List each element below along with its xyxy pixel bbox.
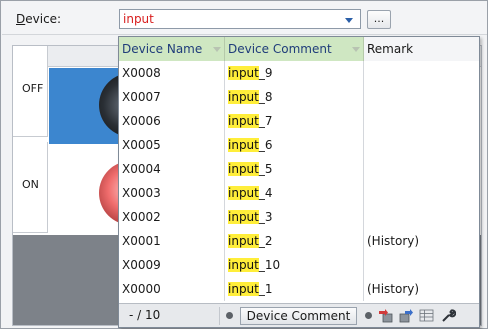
device-comment-suffix: _10 bbox=[258, 258, 281, 272]
list-row[interactable]: X0001 input_2 (History) bbox=[119, 229, 479, 253]
device-input-value[interactable]: input bbox=[123, 12, 154, 26]
device-comment-suffix: _4 bbox=[258, 186, 273, 200]
device-comment-suffix: _8 bbox=[258, 90, 273, 104]
chevron-down-icon[interactable] bbox=[345, 18, 353, 23]
browse-button[interactable]: ... bbox=[367, 10, 391, 29]
device-name-cell: X0004 bbox=[119, 157, 225, 181]
device-label-accel: D bbox=[16, 12, 26, 26]
list-row[interactable]: X0000 input_1 (History) bbox=[119, 277, 479, 301]
device-comment-cell: input_1 bbox=[225, 277, 364, 301]
search-match-highlight: input bbox=[228, 90, 259, 104]
export-icon[interactable] bbox=[399, 308, 414, 323]
device-comment-cell: input_10 bbox=[225, 253, 364, 277]
list-row[interactable]: X0009 input_10 bbox=[119, 253, 479, 277]
list-row[interactable]: X0004 input_5 bbox=[119, 157, 479, 181]
remark-cell bbox=[364, 205, 479, 229]
state-off-cell[interactable]: OFF bbox=[13, 46, 48, 137]
device-name-cell: X0005 bbox=[119, 133, 225, 157]
device-name-cell: X0001 bbox=[119, 229, 225, 253]
search-match-highlight: input bbox=[228, 258, 259, 272]
device-bar: Device: input ... bbox=[2, 2, 487, 35]
remark-cell bbox=[364, 85, 479, 109]
list-header: Device Name Device Comment Remark bbox=[119, 37, 479, 61]
device-comment-suffix: _2 bbox=[258, 234, 273, 248]
sort-indicator-icon bbox=[352, 47, 360, 52]
state-off-label: OFF bbox=[22, 82, 44, 95]
list-row[interactable]: X0003 input_4 bbox=[119, 181, 479, 205]
device-label: Device: bbox=[16, 12, 61, 26]
device-comment-mode-button[interactable]: Device Comment bbox=[240, 307, 357, 325]
list-row[interactable]: X0005 input_6 bbox=[119, 133, 479, 157]
search-match-highlight: input bbox=[228, 234, 259, 248]
remark-cell: (History) bbox=[367, 282, 420, 296]
list-row[interactable]: X0002 input_3 bbox=[119, 205, 479, 229]
device-comment-suffix: _6 bbox=[258, 138, 273, 152]
device-select-window: Device: input ... OFF ON Device Name Dev… bbox=[0, 0, 488, 329]
list-row[interactable]: X0007 input_8 bbox=[119, 85, 479, 109]
device-name-cell: X0000 bbox=[119, 277, 225, 301]
column-header-device-name-label: Device Name bbox=[122, 42, 203, 56]
column-header-remark[interactable]: Remark bbox=[364, 37, 479, 61]
column-header-device-comment[interactable]: Device Comment bbox=[225, 37, 364, 61]
device-name-cell: X0008 bbox=[119, 61, 225, 85]
device-combobox[interactable]: input bbox=[119, 9, 361, 29]
state-on-label: ON bbox=[22, 178, 39, 191]
next-indicator-icon[interactable] bbox=[365, 312, 372, 319]
search-match-highlight: input bbox=[228, 66, 259, 80]
import-icon[interactable] bbox=[378, 308, 393, 323]
table-icon[interactable] bbox=[419, 308, 434, 323]
device-dropdown-list[interactable]: Device Name Device Comment Remark X0008 i… bbox=[118, 36, 480, 328]
device-comment-suffix: _3 bbox=[258, 210, 273, 224]
wrench-icon[interactable] bbox=[441, 308, 456, 323]
device-comment-cell: input_6 bbox=[225, 133, 364, 157]
device-name-cell: X0006 bbox=[119, 109, 225, 133]
remark-cell bbox=[364, 157, 479, 181]
remark-cell bbox=[364, 181, 479, 205]
column-header-device-name[interactable]: Device Name bbox=[119, 37, 225, 61]
device-label-rest: evice: bbox=[25, 12, 62, 26]
device-name-cell: X0003 bbox=[119, 181, 225, 205]
column-header-device-comment-label: Device Comment bbox=[228, 42, 332, 56]
remark-cell bbox=[364, 109, 479, 133]
device-comment-cell: input_8 bbox=[225, 85, 364, 109]
device-name-cell: X0007 bbox=[119, 85, 225, 109]
state-on-cell[interactable]: ON bbox=[13, 142, 48, 233]
result-count: - / 10 bbox=[129, 308, 161, 322]
device-comment-suffix: _1 bbox=[258, 282, 273, 296]
device-comment-cell: input_7 bbox=[225, 109, 364, 133]
prev-indicator-icon[interactable] bbox=[226, 312, 233, 319]
sort-indicator-icon bbox=[213, 47, 221, 52]
device-name-cell: X0009 bbox=[119, 253, 225, 277]
device-comment-cell: input_5 bbox=[225, 157, 364, 181]
search-match-highlight: input bbox=[228, 186, 259, 200]
list-row[interactable]: X0008 input_9 bbox=[119, 61, 479, 85]
device-comment-cell: input_2 bbox=[225, 229, 364, 253]
search-match-highlight: input bbox=[228, 114, 259, 128]
search-match-highlight: input bbox=[228, 282, 259, 296]
device-comment-cell: input_3 bbox=[225, 205, 364, 229]
list-footer: - / 10 Device Comment bbox=[119, 303, 479, 327]
column-header-remark-label: Remark bbox=[367, 42, 414, 56]
remark-cell bbox=[364, 61, 479, 85]
device-name-cell: X0002 bbox=[119, 205, 225, 229]
list-row[interactable]: X0006 input_7 bbox=[119, 109, 479, 133]
search-match-highlight: input bbox=[228, 210, 259, 224]
remark-cell bbox=[364, 133, 479, 157]
device-comment-cell: input_9 bbox=[225, 61, 364, 85]
device-comment-cell: input_4 bbox=[225, 181, 364, 205]
search-match-highlight: input bbox=[228, 138, 259, 152]
footer-divider bbox=[219, 307, 220, 325]
search-match-highlight: input bbox=[228, 162, 259, 176]
device-comment-suffix: _9 bbox=[258, 66, 273, 80]
device-comment-suffix: _7 bbox=[258, 114, 273, 128]
remark-cell bbox=[364, 253, 479, 277]
device-comment-suffix: _5 bbox=[258, 162, 273, 176]
remark-cell: (History) bbox=[367, 234, 420, 248]
